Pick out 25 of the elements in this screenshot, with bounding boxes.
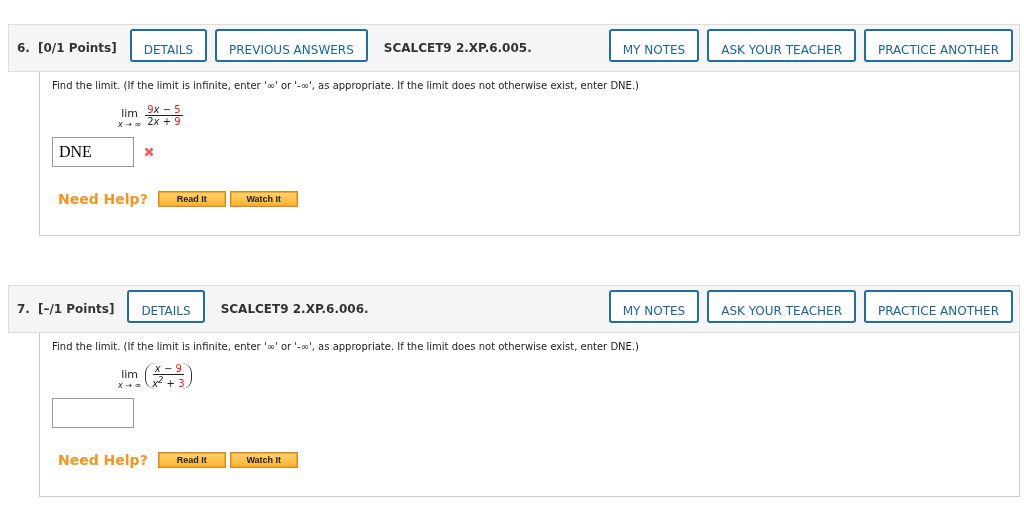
header-button[interactable]: PREVIOUS ANSWERS xyxy=(215,28,368,62)
points-label: [0/1 Points] xyxy=(37,41,117,55)
answer-field[interactable]: DNE xyxy=(52,137,134,167)
help-button[interactable]: Watch It xyxy=(229,452,298,468)
header-button[interactable]: DETAILS xyxy=(127,289,205,323)
help-button[interactable]: Read It xyxy=(157,452,226,468)
header-button[interactable]: ASK YOUR TEACHER xyxy=(707,289,856,323)
question-code: SCALCET9 2.XP.6.006. xyxy=(220,302,369,316)
help-button[interactable]: Watch It xyxy=(229,191,298,207)
header-button[interactable]: DETAILS xyxy=(129,28,207,62)
question-number: 7. xyxy=(17,302,30,316)
header-button[interactable]: PRACTICE ANOTHER xyxy=(864,28,1013,62)
header-button[interactable]: MY NOTES xyxy=(608,28,700,62)
header-button[interactable]: MY NOTES xyxy=(608,289,700,323)
question-prompt: Find the limit. (If the limit is infinite, enter '∞' or '-∞', as appropriate. If the limit does not otherwise exist, enter DNE.) xyxy=(52,80,640,91)
question-code: SCALCET9 2.XP.6.005. xyxy=(383,41,532,55)
header-button[interactable]: ASK YOUR TEACHER xyxy=(707,28,856,62)
help-button[interactable]: Read It xyxy=(157,191,226,207)
question-number: 6. xyxy=(17,41,30,55)
help-label: Need Help? xyxy=(58,452,148,468)
points-label: [–/1 Points] xyxy=(37,302,115,316)
question-prompt: Find the limit. (If the limit is infinite, enter '∞' or '-∞', as appropriate. If the limit does not otherwise exist, enter DNE.) xyxy=(52,341,640,352)
help-label: Need Help? xyxy=(58,191,148,207)
answer-field[interactable] xyxy=(52,398,134,428)
header-button[interactable]: PRACTICE ANOTHER xyxy=(864,289,1013,323)
